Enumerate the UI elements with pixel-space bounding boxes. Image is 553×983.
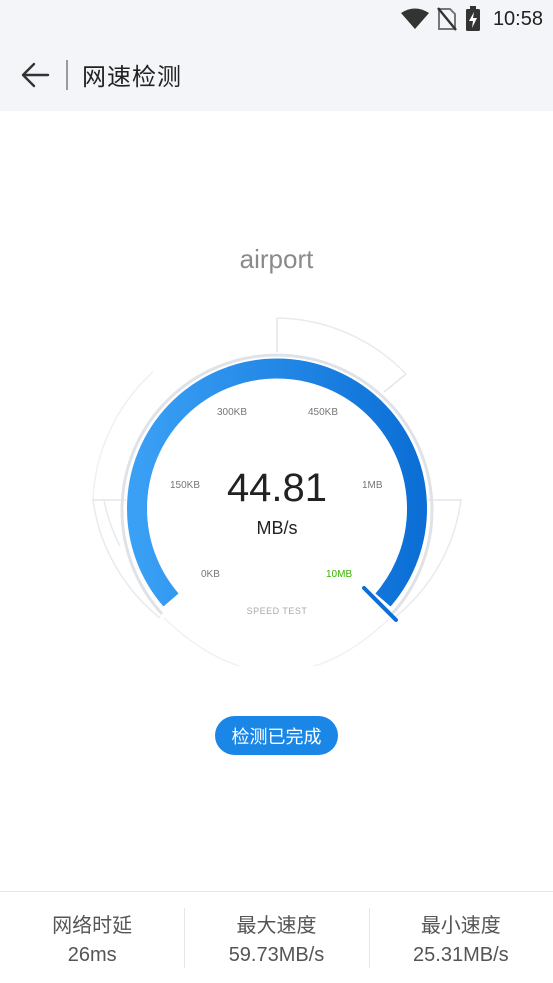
tick-label-300kb: 300KB bbox=[217, 407, 248, 418]
status-icons: 10:58 bbox=[400, 6, 543, 32]
tick-label-450kb: 450KB bbox=[308, 407, 339, 418]
tick-line-top-right bbox=[383, 373, 407, 393]
page-title: 网速检测 bbox=[82, 63, 182, 91]
back-button[interactable] bbox=[14, 54, 56, 96]
stat-label: 最小速度 bbox=[420, 912, 501, 937]
arrow-left-icon bbox=[21, 62, 50, 88]
stats-bar: 网络时延 26ms 最大速度 59.73MB/s 最小速度 25.31MB/s bbox=[0, 891, 553, 983]
stat-label: 最大速度 bbox=[236, 912, 317, 937]
test-complete-button[interactable]: 检测已完成 bbox=[215, 716, 338, 755]
speed-unit: MB/s bbox=[256, 518, 298, 538]
speed-test-caption: SPEED TEST bbox=[246, 606, 308, 616]
stat-label: 网络时延 bbox=[52, 912, 133, 937]
stat-min-speed: 最小速度 25.31MB/s bbox=[368, 892, 553, 983]
speed-gauge: 0KB 150KB 300KB 450KB 1MB 10MB 44.81 MB/… bbox=[86, 306, 468, 666]
wifi-icon bbox=[400, 8, 429, 29]
network-name: airport bbox=[239, 244, 314, 274]
stat-value: 26ms bbox=[67, 943, 117, 966]
toolbar: 网速检测 bbox=[0, 38, 553, 111]
stat-value: 59.73MB/s bbox=[228, 943, 325, 966]
no-sim-icon bbox=[437, 7, 457, 31]
battery-charging-icon bbox=[465, 6, 480, 31]
tick-label-0kb: 0KB bbox=[201, 569, 220, 580]
tick-label-10mb: 10MB bbox=[326, 569, 353, 580]
stat-latency: 网络时延 26ms bbox=[0, 892, 184, 983]
speed-value: 44.81 bbox=[226, 466, 328, 510]
stat-max-speed: 最大速度 59.73MB/s bbox=[184, 892, 368, 983]
status-bar: 10:58 bbox=[0, 0, 553, 38]
stat-value: 25.31MB/s bbox=[413, 943, 509, 966]
outer-arc-bottom bbox=[163, 617, 391, 666]
clock: 10:58 bbox=[492, 7, 543, 30]
toolbar-divider bbox=[66, 60, 68, 90]
